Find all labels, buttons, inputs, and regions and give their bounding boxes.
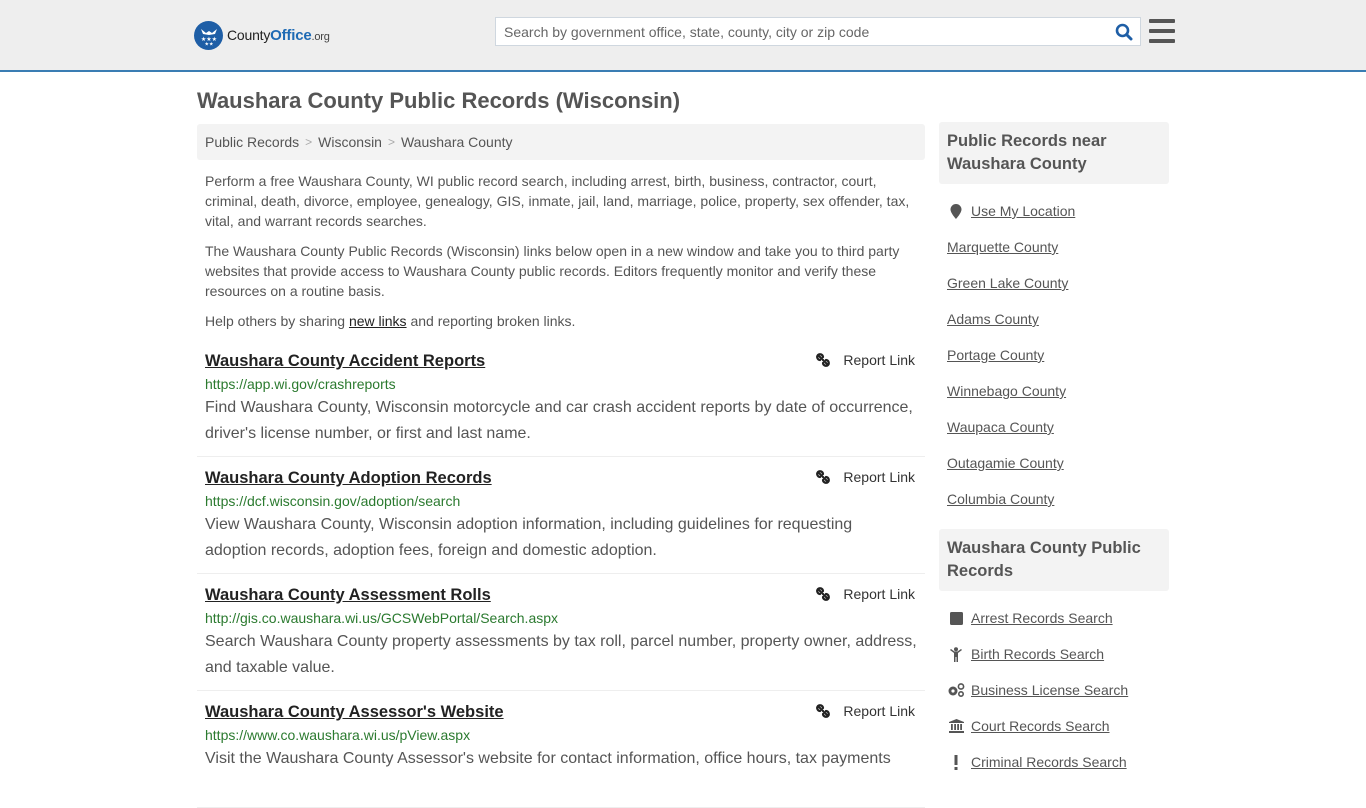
use-my-location-item: Use My Location <box>947 193 1169 229</box>
intro-p3-text: Help others by sharing <box>205 313 349 329</box>
eagle-logo-icon: ★★★ ★★ <box>194 20 223 50</box>
logo-text-org: .org <box>311 30 330 43</box>
intro-text: Perform a free Waushara County, WI publi… <box>205 171 917 341</box>
breadcrumb-separator: > <box>387 135 395 149</box>
logo-text-county: County <box>227 26 271 43</box>
nearby-county-item: Winnebago County <box>947 373 1169 409</box>
arrest-records-link[interactable]: Arrest Records Search <box>971 610 1113 626</box>
breadcrumb-current: Waushara County <box>400 134 513 150</box>
use-my-location-link[interactable]: Use My Location <box>971 203 1075 219</box>
search-input[interactable] <box>496 18 1108 45</box>
record-title-link[interactable]: Waushara County Assessment Rolls <box>205 584 491 606</box>
report-link-label: Report Link <box>843 703 915 719</box>
record-description: View Waushara County, Wisconsin adoption… <box>205 516 853 559</box>
record-url: https://dcf.wisconsin.gov/adoption/searc… <box>205 493 461 509</box>
nearby-county-link[interactable]: Marquette County <box>947 239 1058 255</box>
breadcrumb-public-records[interactable]: Public Records <box>205 134 299 150</box>
exclamation-icon <box>947 754 965 770</box>
intro-paragraph-1: Perform a free Waushara County, WI publi… <box>205 173 910 229</box>
county-record-item: Arrest Records Search <box>947 600 1169 636</box>
new-links-link[interactable]: new links <box>349 313 407 329</box>
nearby-county-item: Outagamie County <box>947 445 1169 481</box>
record-item: Waushara County Accident Reports Report … <box>197 340 925 457</box>
county-records-list: Arrest Records Search Birth Records Sear… <box>939 591 1169 792</box>
nearby-county-link[interactable]: Portage County <box>947 347 1044 363</box>
search-bar <box>495 17 1141 46</box>
menu-bar <box>1149 19 1175 23</box>
broken-link-icon <box>816 470 831 484</box>
record-item: Waushara County Adoption Records Report … <box>197 457 925 574</box>
county-records-heading: Waushara County Public Records <box>939 529 1169 591</box>
breadcrumb: Public Records > Wisconsin > Waushara Co… <box>197 124 925 160</box>
broken-link-icon <box>816 704 831 718</box>
report-link-button[interactable]: Report Link <box>815 352 915 368</box>
nearby-county-item: Columbia County <box>947 481 1169 517</box>
report-link-button[interactable]: Report Link <box>815 586 915 602</box>
nearby-county-item: Green Lake County <box>947 265 1169 301</box>
birth-records-link[interactable]: Birth Records Search <box>971 646 1104 662</box>
intro-paragraph-2: The Waushara County Public Records (Wisc… <box>205 243 900 299</box>
records-list: Waushara County Accident Reports Report … <box>197 340 925 808</box>
svg-text:★★: ★★ <box>204 42 213 47</box>
nearby-county-item: Marquette County <box>947 229 1169 265</box>
page-title: Waushara County Public Records (Wisconsi… <box>197 88 681 113</box>
record-item: Waushara County Assessment Rolls Report … <box>197 574 925 691</box>
record-title-link[interactable]: Waushara County Accident Reports <box>205 350 485 372</box>
business-license-link[interactable]: Business License Search <box>971 682 1128 698</box>
hamburger-menu-button[interactable] <box>1149 19 1175 43</box>
search-icon <box>1115 23 1133 40</box>
record-url: https://www.co.waushara.wi.us/pView.aspx <box>205 727 471 743</box>
intro-p3-text: and reporting broken links. <box>406 313 576 329</box>
report-link-label: Report Link <box>843 352 915 368</box>
broken-link-icon <box>816 353 831 367</box>
breadcrumb-wisconsin[interactable]: Wisconsin <box>318 134 382 150</box>
record-description: Visit the Waushara County Assessor's web… <box>205 750 891 767</box>
site-header: ★★★ ★★ CountyOffice.org <box>0 0 1366 72</box>
record-item: Waushara County Assessor's Website Repor… <box>197 691 925 808</box>
nearby-county-link[interactable]: Adams County <box>947 311 1039 327</box>
report-link-button[interactable]: Report Link <box>815 703 915 719</box>
report-link-button[interactable]: Report Link <box>815 469 915 485</box>
square-icon <box>947 611 965 625</box>
county-record-item: Court Records Search <box>947 708 1169 744</box>
site-logo[interactable]: ★★★ ★★ CountyOffice.org <box>194 20 330 50</box>
court-records-link[interactable]: Court Records Search <box>971 718 1110 734</box>
gears-icon <box>947 683 965 697</box>
county-record-item: Business License Search <box>947 672 1169 708</box>
intro-paragraph-3: Help others by sharing new links and rep… <box>205 311 917 331</box>
record-description: Search Waushara County property assessme… <box>205 633 917 676</box>
search-button[interactable] <box>1108 18 1140 45</box>
county-record-item: Birth Records Search <box>947 636 1169 672</box>
menu-bar <box>1149 29 1175 33</box>
breadcrumb-separator: > <box>305 135 313 149</box>
logo-wordmark: CountyOffice.org <box>227 27 330 44</box>
logo-text-office: Office <box>270 26 312 44</box>
nearby-county-item: Adams County <box>947 301 1169 337</box>
nearby-list: Use My Location Marquette County Green L… <box>939 184 1169 529</box>
broken-link-icon <box>816 587 831 601</box>
nearby-county-link[interactable]: Green Lake County <box>947 275 1068 291</box>
sidebar: Public Records near Waushara County Use … <box>939 122 1169 792</box>
record-description: Find Waushara County, Wisconsin motorcyc… <box>205 399 913 442</box>
report-link-label: Report Link <box>843 469 915 485</box>
record-url: https://app.wi.gov/crashreports <box>205 376 396 392</box>
nearby-heading: Public Records near Waushara County <box>939 122 1169 184</box>
map-marker-icon <box>947 203 965 219</box>
nearby-county-link[interactable]: Winnebago County <box>947 383 1066 399</box>
report-link-label: Report Link <box>843 586 915 602</box>
county-record-item: Criminal Records Search <box>947 744 1169 780</box>
record-title-link[interactable]: Waushara County Assessor's Website <box>205 701 504 723</box>
record-url: http://gis.co.waushara.wi.us/GCSWebPorta… <box>205 610 559 626</box>
nearby-county-link[interactable]: Outagamie County <box>947 455 1064 471</box>
nearby-county-link[interactable]: Waupaca County <box>947 419 1054 435</box>
courthouse-icon <box>947 719 965 733</box>
nearby-county-item: Waupaca County <box>947 409 1169 445</box>
child-icon <box>947 646 965 662</box>
nearby-county-link[interactable]: Columbia County <box>947 491 1054 507</box>
menu-bar <box>1149 39 1175 43</box>
nearby-county-item: Portage County <box>947 337 1169 373</box>
record-title-link[interactable]: Waushara County Adoption Records <box>205 467 492 489</box>
